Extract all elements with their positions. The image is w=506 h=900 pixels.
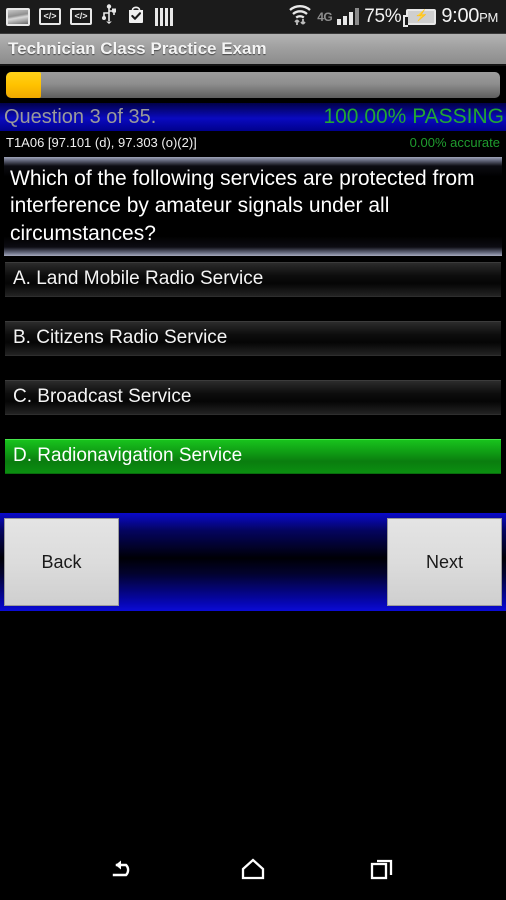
progress-bar-fill [6,72,41,98]
answer-option-b-label: B. Citizens Radio Service [13,327,228,349]
question-text-box: Which of the following services are prot… [4,157,502,256]
page-title: Technician Class Practice Exam [8,39,267,58]
app-title-bar: Technician Class Practice Exam [0,34,506,66]
code-icon-1: </> [39,8,61,25]
battery-charging-icon: ⚡ [403,8,437,27]
answer-option-c-label: C. Broadcast Service [13,386,192,408]
question-meta-row: T1A06 [97.101 (d), 97.303 (o)(2)] 0.00% … [0,131,506,153]
clock-label: 9:00PM [441,5,498,27]
exam-navigation-bar: Back Next [0,513,506,611]
android-system-nav-bar [0,838,506,900]
android-status-bar: </> </> 4G 75% ⚡ 9:00PM [0,0,506,34]
answer-option-c[interactable]: C. Broadcast Service [5,379,501,415]
answer-option-a[interactable]: A. Land Mobile Radio Service [5,261,501,297]
play-store-update-icon [126,4,146,29]
recent-apps-icon[interactable] [365,852,399,886]
status-bar-right-icons: 4G 75% ⚡ 9:00PM [288,3,500,30]
question-counter: Question 3 of 35. [4,105,157,128]
question-counter-row: Question 3 of 35. 100.00% PASSING [0,103,506,131]
accuracy-label: 0.00% accurate [409,134,500,150]
back-button[interactable]: Back [4,518,119,606]
next-button[interactable]: Next [387,518,502,606]
answer-option-b[interactable]: B. Citizens Radio Service [5,320,501,356]
progress-bar-container [0,66,506,103]
wifi-icon [288,3,312,30]
back-arrow-icon[interactable] [107,852,141,886]
signal-bars-icon [337,8,360,25]
equalizer-icon [155,7,173,26]
screenshot-icon [6,7,30,26]
network-type-label: 4G [317,9,333,24]
usb-icon [101,4,117,29]
home-icon[interactable] [236,852,270,886]
answer-option-d[interactable]: D. Radionavigation Service [5,438,501,474]
passing-status: 100.00% PASSING [323,105,504,128]
code-icon-2: </> [70,8,92,25]
battery-percent-label: 75% [364,5,402,27]
answer-option-d-label: D. Radionavigation Service [13,445,243,467]
status-bar-left-icons: </> </> [6,4,173,29]
app-root: </> </> 4G 75% ⚡ 9:00PM Technician Class… [0,0,506,900]
exam-progress-bar [6,72,500,98]
question-id-label: T1A06 [97.101 (d), 97.303 (o)(2)] [6,134,197,150]
answer-options-list: A. Land Mobile Radio Service B. Citizens… [0,256,506,474]
question-text: Which of the following services are prot… [10,167,475,245]
answer-option-a-label: A. Land Mobile Radio Service [13,268,264,290]
